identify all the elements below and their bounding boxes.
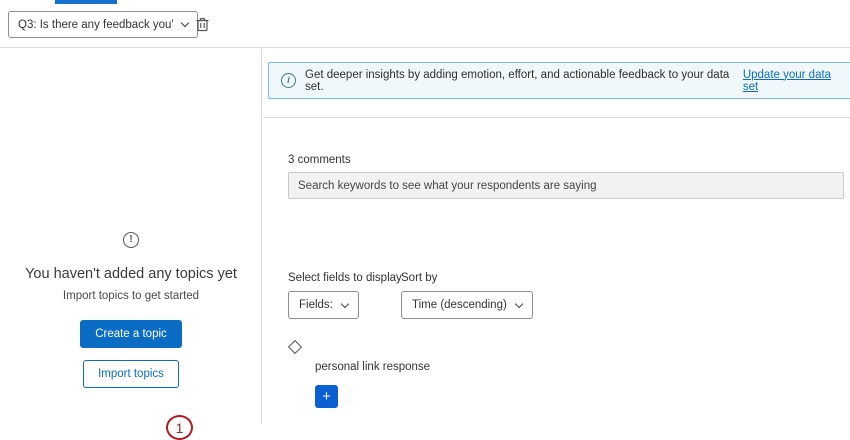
banner-message: Get deeper insights by adding emotion, e… (305, 69, 732, 93)
select-fields-label: Select fields to display (288, 272, 402, 284)
delete-question-button[interactable] (190, 13, 214, 37)
topics-panel: ! You haven't added any topics yet Impor… (0, 49, 262, 424)
response-source-label: personal link response (315, 361, 430, 373)
sort-by-label: Sort by (401, 272, 437, 284)
chevron-down-icon (515, 299, 523, 307)
content-divider (263, 117, 850, 118)
responses-panel: i Get deeper insights by adding emotion,… (263, 49, 850, 424)
chevron-down-icon (180, 19, 188, 27)
update-data-set-link[interactable]: Update your data set (743, 69, 845, 93)
chevron-down-icon (341, 299, 349, 307)
trash-icon (195, 16, 210, 35)
question-selector-label: Q3: Is there any feedback you' (18, 19, 174, 31)
import-topics-button[interactable]: Import topics (83, 360, 179, 388)
fields-dropdown-label: Fields: (299, 299, 333, 311)
empty-state-title: You haven't added any topics yet (0, 266, 262, 282)
add-response-button[interactable]: + (315, 385, 338, 408)
diamond-marker-icon (288, 340, 302, 354)
fields-dropdown[interactable]: Fields: (288, 291, 359, 319)
annotation-step-1: 1 (166, 415, 193, 440)
sort-dropdown-label: Time (descending) (412, 299, 507, 311)
topics-empty-state: ! You haven't added any topics yet Impor… (0, 229, 262, 388)
empty-state-subtitle: Import topics to get started (0, 290, 262, 302)
alert-info-icon: ! (123, 232, 139, 248)
info-icon: i (281, 73, 296, 88)
insights-banner: i Get deeper insights by adding emotion,… (268, 62, 850, 99)
keyword-search-input[interactable] (288, 172, 844, 199)
top-bar: Q3: Is there any feedback you' (0, 0, 850, 48)
active-tab-indicator (55, 0, 117, 4)
create-topic-button[interactable]: Create a topic (80, 320, 182, 348)
sort-dropdown[interactable]: Time (descending) (401, 291, 533, 319)
question-selector-dropdown[interactable]: Q3: Is there any feedback you' (8, 11, 198, 38)
comments-count-label: 3 comments (288, 154, 351, 166)
